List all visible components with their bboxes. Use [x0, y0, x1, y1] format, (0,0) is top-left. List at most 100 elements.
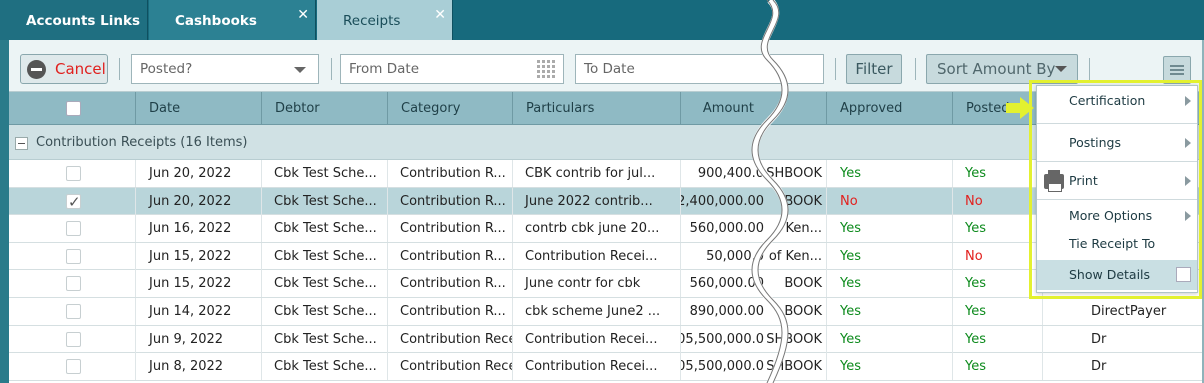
- amount-value: 560,000.00: [689, 276, 764, 292]
- sort-amount-dropdown[interactable]: Sort Amount By: [926, 54, 1078, 84]
- row-select-cell: [9, 215, 136, 243]
- show-details-checkbox[interactable]: [1176, 267, 1191, 282]
- cell-debtor: Cbk Test Sche...: [262, 325, 388, 353]
- hamburger-menu-button[interactable]: [1163, 56, 1191, 84]
- header-label: Category: [401, 101, 461, 116]
- cell-particulars: Contribution Recei...: [513, 325, 681, 353]
- row-checkbox[interactable]: [66, 359, 81, 375]
- menu-item-certification[interactable]: Certification: [1037, 86, 1197, 124]
- amount-value: 900,400.0: [697, 166, 764, 181]
- menu-item-more-options[interactable]: More Options: [1037, 200, 1197, 230]
- column-header-date[interactable]: Date: [136, 92, 262, 125]
- cell-approved: No: [827, 187, 953, 215]
- group-row[interactable]: Contribution Receipts (16 Items): [9, 125, 1202, 160]
- header-label: Approved: [840, 101, 903, 116]
- cell-posted: Yes: [953, 215, 1043, 243]
- cell-amount: 505,500,000.0SHBOOK: [681, 353, 827, 381]
- cell-date: Jun 15, 2022: [136, 242, 262, 270]
- context-menu: Certification Postings Print More Option…: [1036, 85, 1198, 293]
- posted-select[interactable]: Posted?: [131, 54, 319, 84]
- calendar-icon[interactable]: [537, 60, 557, 78]
- amount-value: 505,500,000.0: [681, 331, 764, 347]
- row-select-cell: [9, 298, 136, 325]
- column-header-particulars[interactable]: Particulars: [513, 92, 681, 125]
- cell-debtor: Cbk Test Sche...: [262, 353, 388, 381]
- cell-approved: Yes: [827, 270, 953, 298]
- select-all-checkbox[interactable]: [66, 101, 81, 116]
- cell-particulars: cbk scheme June2 ...: [513, 298, 681, 325]
- row-checkbox[interactable]: [66, 304, 81, 319]
- cell-debtor: Cbk Test Sche...: [262, 298, 388, 325]
- filter-button[interactable]: Filter: [846, 54, 902, 84]
- chevron-down-icon: [294, 67, 306, 73]
- menu-label: Postings: [1069, 135, 1121, 150]
- divider: [915, 58, 916, 80]
- cancel-button[interactable]: Cancel: [20, 54, 108, 84]
- cell-approved: Yes: [827, 298, 953, 325]
- cell-particulars: contrb cbk june 20...: [513, 215, 681, 243]
- tab-cashbooks-register[interactable]: Cashbooks Register✕: [149, 0, 316, 71]
- cancel-label: Cancel: [55, 60, 106, 78]
- cell-category: Contribution R...: [388, 215, 513, 243]
- row-checkbox[interactable]: [66, 221, 81, 237]
- collapse-icon[interactable]: [15, 137, 28, 150]
- table-row[interactable]: Jun 8, 2022 Cbk Test Sche... Contribution …: [9, 353, 1202, 381]
- overflow-column-text: Ken...: [785, 221, 822, 237]
- tab-label: Accounts Links: [26, 13, 140, 29]
- cell-category: Contribution R...: [388, 160, 513, 187]
- sort-label: Sort Amount By: [937, 60, 1056, 78]
- cell-debtor: Cbk Test Sche...: [262, 215, 388, 243]
- row-checkbox[interactable]: [66, 248, 81, 264]
- table-row[interactable]: Jun 20, 2022Cbk Test Sche...Contribution…: [9, 160, 1202, 188]
- cell-debtor: Cbk Test Sche...: [262, 187, 388, 215]
- cell-amount: 2,400,000.00 BOOK: [681, 187, 827, 215]
- cell-posted: Yes: [953, 160, 1043, 187]
- header-label: Amount: [702, 101, 754, 116]
- overflow-column-text: SHBOOK: [766, 166, 822, 181]
- row-checkbox[interactable]: [66, 331, 81, 347]
- column-header-category[interactable]: Category: [388, 92, 513, 125]
- toolbar: Cancel Posted? From Date To Date Filter …: [9, 40, 1202, 92]
- menu-item-tie-receipt[interactable]: Tie Receipt To Invoice: [1037, 230, 1197, 279]
- row-checkbox[interactable]: [66, 189, 81, 215]
- cell-date: Jun 20, 2022: [136, 187, 262, 215]
- chevron-right-icon: [1185, 138, 1191, 148]
- table-row[interactable]: Jun 15, 2022 Cbk Test Sche... Contribution…: [9, 242, 1202, 271]
- menu-label: Print: [1069, 173, 1098, 188]
- amount-value: 2,400,000.00: [681, 193, 764, 209]
- cell-category: Contribution R...: [388, 270, 513, 298]
- menu-item-postings[interactable]: Postings: [1037, 124, 1197, 162]
- table-row[interactable]: Jun 16, 2022 Cbk Test Sche... Contribution…: [9, 215, 1202, 243]
- amount-value: 50,000.0: [706, 248, 764, 264]
- tab-accounts-links[interactable]: Accounts Links: [0, 0, 148, 40]
- close-icon[interactable]: ✕: [434, 0, 446, 36]
- cell-date: Jun 20, 2022: [136, 160, 262, 187]
- cell-posted: Yes: [953, 270, 1043, 298]
- table-row[interactable]: Jun 9, 2022 Cbk Test Sche... Contribution …: [9, 325, 1202, 354]
- table-row[interactable]: Jun 20, 2022Cbk Test Sche...Contribution…: [9, 187, 1202, 216]
- close-icon[interactable]: ✕: [297, 0, 309, 36]
- column-header-amount[interactable]: Amount: [681, 92, 827, 125]
- cell-particulars: Contribution Recei...: [513, 242, 681, 270]
- tab-bar: Accounts Links Cashbooks Register✕ Recei…: [0, 0, 1204, 71]
- table-row[interactable]: Jun 14, 2022 Cbk Test Sche... Contribution…: [9, 298, 1202, 326]
- table-row[interactable]: Jun 15, 2022 Cbk Test Sche... Contribution…: [9, 270, 1202, 298]
- tab-label: Receipts: [343, 13, 401, 29]
- cell-posted: No: [953, 187, 1043, 215]
- minus-circle-icon: [27, 60, 46, 79]
- row-select-cell: [9, 353, 136, 381]
- row-checkbox[interactable]: [66, 276, 81, 292]
- row-select-cell: [9, 242, 136, 270]
- to-date-input[interactable]: To Date: [575, 54, 824, 84]
- from-date-input[interactable]: From Date: [340, 54, 564, 84]
- column-header-approved[interactable]: Approved: [827, 92, 953, 125]
- row-checkbox[interactable]: [66, 166, 81, 181]
- group-label: Contribution Receipts (16 Items): [36, 135, 248, 150]
- amount-value: 560,000.00: [689, 221, 764, 237]
- tab-receipts[interactable]: Receipts ✕: [317, 0, 453, 40]
- menu-item-print[interactable]: Print: [1037, 162, 1197, 200]
- column-header-debtor[interactable]: Debtor: [262, 92, 388, 125]
- row-select-cell: [9, 270, 136, 298]
- cell-particulars: June 2022 contrib...: [513, 187, 681, 215]
- menu-item-show-details[interactable]: Show Details: [1037, 260, 1197, 290]
